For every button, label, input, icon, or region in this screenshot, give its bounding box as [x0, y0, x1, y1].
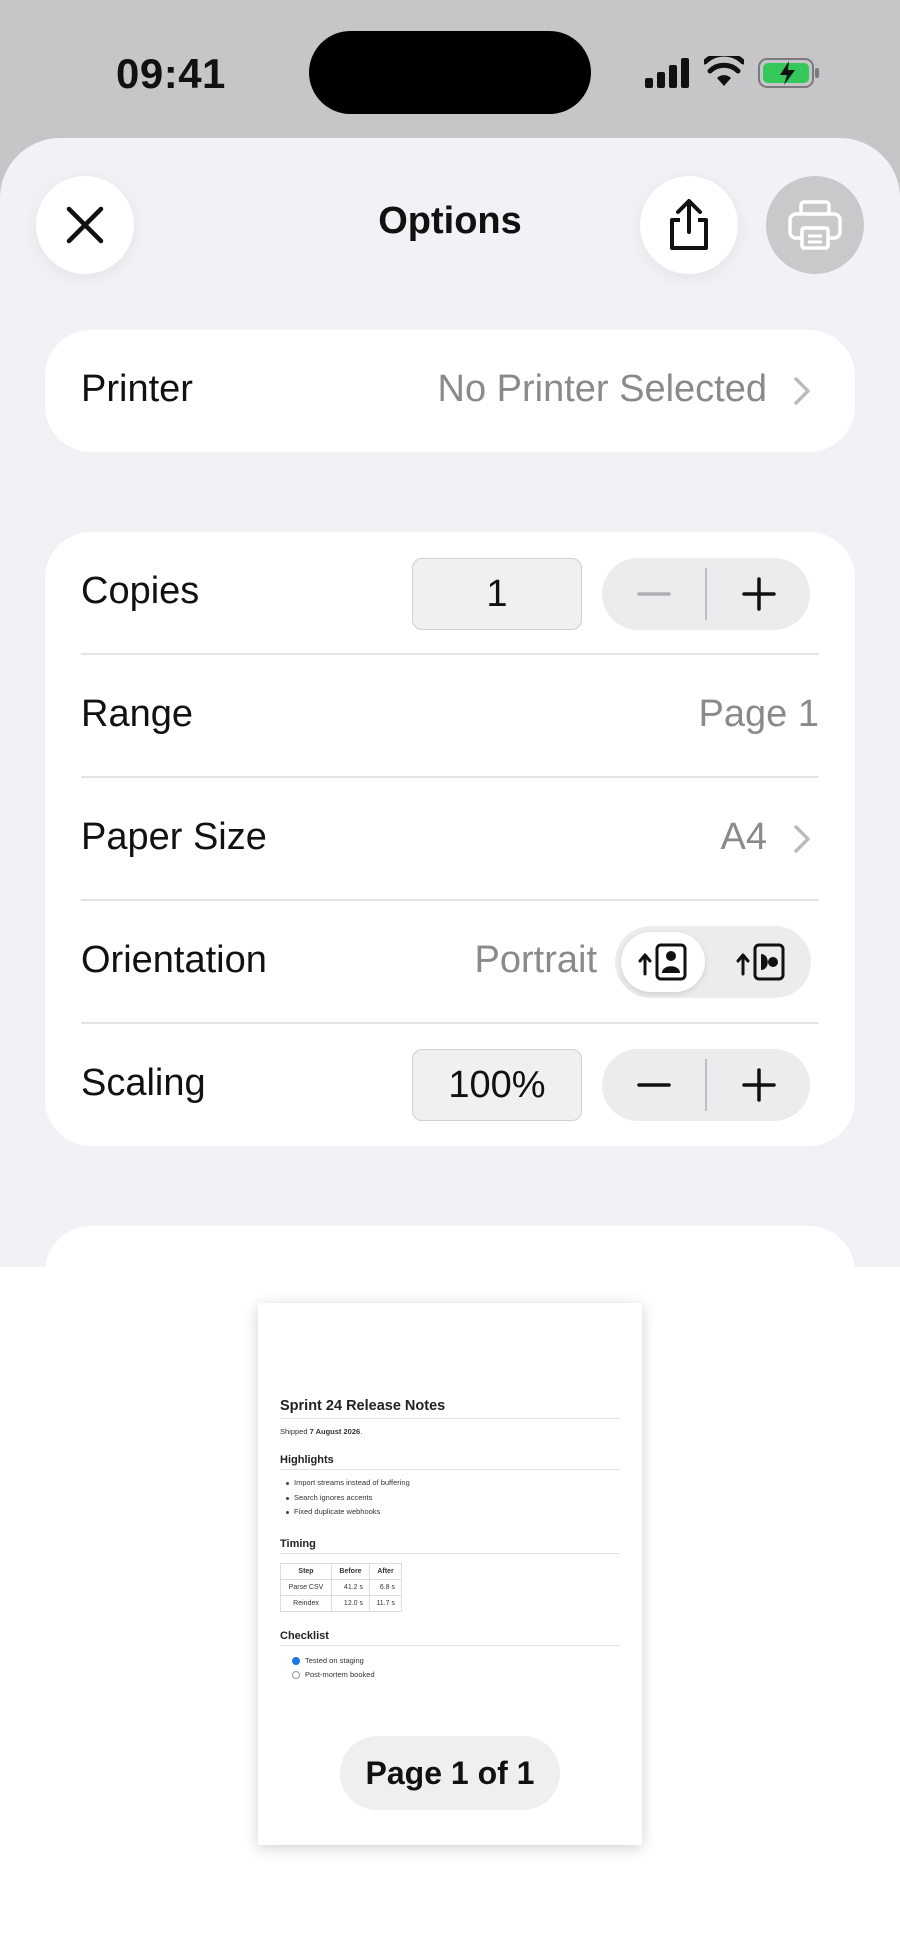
status-time: 09:41 [116, 50, 226, 97]
table-header: Before [331, 1562, 370, 1580]
plus-icon [741, 1068, 776, 1102]
table-row: Parse CSV 41.2 s 6.8 s [280, 1578, 402, 1596]
checklist-item: Post-mortem booked [292, 1668, 620, 1682]
divider [81, 1022, 819, 1024]
orientation-segmented-control [615, 926, 811, 998]
printer-value: No Printer Selected [437, 368, 768, 410]
copies-increment-button[interactable] [707, 558, 810, 630]
doc-title: Sprint 24 Release Notes [280, 1398, 620, 1419]
page-indicator: Page 1 of 1 [340, 1736, 560, 1810]
doc-timing-table: Step Before After Parse CSV 41.2 s 6.8 s… [280, 1562, 402, 1612]
share-icon [670, 199, 708, 250]
share-button[interactable] [640, 176, 738, 274]
table-cell: 6.8 s [369, 1578, 402, 1596]
range-value[interactable]: Page 1 [699, 693, 819, 736]
copies-decrement-button[interactable] [602, 558, 705, 630]
paper-size-value[interactable]: A4 [721, 816, 767, 859]
plus-icon [741, 577, 776, 611]
chevron-right-icon [794, 825, 810, 853]
print-options-card: Copies 1 Range Page 1 Paper Size A4 Orie… [45, 532, 855, 1146]
copies-stepper [602, 558, 810, 630]
preview-document: Sprint 24 Release Notes Shipped 7 August… [280, 1398, 620, 1682]
copies-label: Copies [81, 570, 200, 612]
doc-highlights-list: Import streams instead of buffering Sear… [280, 1476, 620, 1520]
scaling-decrement-button[interactable] [602, 1049, 705, 1121]
portrait-orientation-icon [638, 943, 687, 981]
printer-icon [788, 200, 842, 250]
doc-highlights-heading: Highlights [280, 1454, 620, 1470]
landscape-orientation-icon [736, 943, 785, 981]
status-bar: 09:41 [0, 0, 900, 140]
table-cell: Parse CSV [280, 1578, 332, 1596]
table-header: Step [280, 1562, 332, 1580]
checked-checkbox-icon [292, 1656, 300, 1665]
minus-icon [636, 1083, 671, 1087]
cellular-signal-icon [645, 58, 689, 88]
orientation-value: Portrait [474, 939, 597, 981]
minus-icon [636, 592, 671, 596]
table-cell: 12.0 s [331, 1594, 370, 1612]
paper-size-label: Paper Size [81, 816, 267, 858]
doc-checklist: Tested on staging Post-mortem booked [280, 1654, 620, 1682]
scaling-stepper [602, 1049, 810, 1121]
table-cell: Reindex [280, 1594, 332, 1612]
divider [81, 776, 819, 778]
table-cell: 41.2 s [331, 1578, 370, 1596]
table-row: Reindex 12.0 s 11.7 s [280, 1594, 402, 1612]
scaling-increment-button[interactable] [707, 1049, 810, 1121]
list-item: Import streams instead of buffering [280, 1476, 620, 1491]
doc-shipped-line: Shipped 7 August 2026. [280, 1427, 363, 1436]
print-button[interactable] [766, 176, 864, 274]
printer-label: Printer [81, 368, 193, 410]
divider [81, 899, 819, 901]
orientation-label: Orientation [81, 939, 267, 981]
chevron-right-icon [794, 377, 810, 405]
table-cell: 11.7 s [369, 1594, 402, 1612]
range-label: Range [81, 693, 193, 735]
wifi-icon [704, 56, 744, 86]
unchecked-checkbox-icon [292, 1670, 300, 1679]
copies-field[interactable]: 1 [412, 558, 582, 630]
landscape-option[interactable] [719, 932, 803, 992]
printer-row[interactable]: Printer No Printer Selected [45, 330, 855, 452]
scaling-label: Scaling [81, 1062, 206, 1104]
dynamic-island [309, 31, 591, 114]
list-item: Search ignores accents [280, 1491, 620, 1506]
checklist-item: Tested on staging [292, 1654, 620, 1668]
sheet-title: Options [378, 200, 522, 242]
table-header: After [369, 1562, 402, 1580]
table-header-row: Step Before After [280, 1562, 402, 1580]
doc-timing-heading: Timing [280, 1538, 620, 1554]
battery-charging-icon [758, 58, 819, 88]
divider [81, 653, 819, 655]
list-item: Fixed duplicate webhooks [280, 1505, 620, 1520]
scaling-field[interactable]: 100% [412, 1049, 582, 1121]
doc-checklist-heading: Checklist [280, 1630, 620, 1646]
portrait-option[interactable] [621, 932, 705, 992]
